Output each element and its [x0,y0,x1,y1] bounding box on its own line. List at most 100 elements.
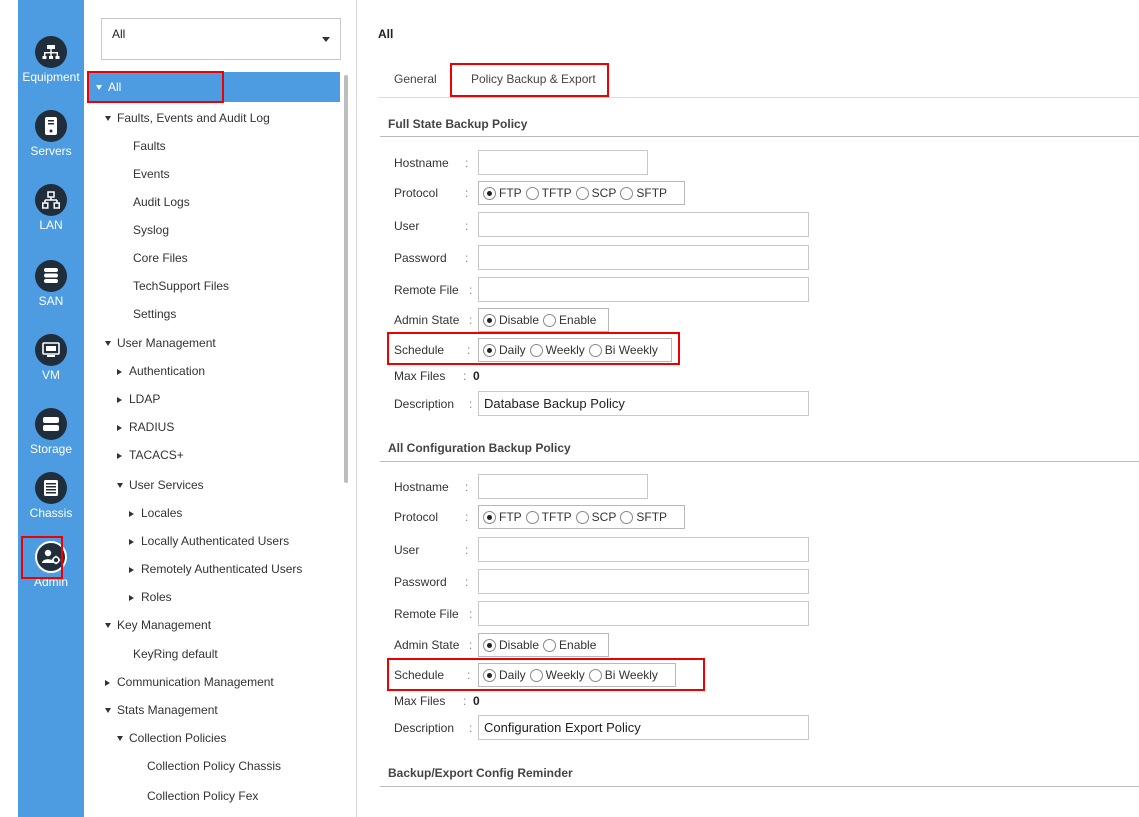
all-config-max-files-value: 0 [473,694,480,708]
tree-item-label: Stats Management [117,703,218,717]
collapse-arrow-icon [129,566,134,573]
tree-item-user-management[interactable]: User Management [105,329,216,357]
section-title-full-state: Full State Backup Policy [388,117,528,131]
rail-item-vm[interactable]: VM [18,334,84,382]
full-state-hostname-input[interactable] [478,150,648,175]
colon: : [469,607,473,621]
tree-item-tacacs[interactable]: TACACS+ [117,441,184,469]
tree-item-audit-logs[interactable]: Audit Logs [133,188,190,216]
all-config-description-input[interactable] [478,715,809,740]
radio-label: Disable [499,313,540,327]
tree-item-label: Audit Logs [133,195,190,209]
protocol-radio-tftp[interactable]: TFTP [525,186,572,200]
max-files-label: Max Files [394,694,446,708]
tab-general[interactable]: General [394,72,437,86]
full-state-user-input[interactable] [478,212,809,237]
protocol-radio-ftp[interactable]: FTP [483,186,522,200]
colon: : [465,156,469,170]
tree-item-label: Roles [141,590,172,604]
schedule-highlight-box [387,658,705,691]
tree-item-locales[interactable]: Locales [129,499,182,527]
tree-item-communication-management[interactable]: Communication Management [105,668,274,696]
expand-arrow-icon [117,736,123,742]
full-state-description-input[interactable] [478,391,809,416]
tree-item-label: Faults, Events and Audit Log [117,111,270,125]
rail-label: Storage [29,442,73,456]
tree-item-user-services[interactable]: User Services [117,471,204,499]
nav-scrollbar[interactable] [344,75,348,483]
section-title-all-config: All Configuration Backup Policy [388,441,571,455]
full-state-password-input[interactable] [478,245,809,270]
tree-item-key-management[interactable]: Key Management [105,611,211,639]
tree-item-remotely-authenticated-users[interactable]: Remotely Authenticated Users [129,555,302,583]
all-config-protocol-group: FTP TFTP SCP SFTP [478,505,685,529]
tree-item-label: Key Management [117,618,212,632]
rail-item-equipment[interactable]: Equipment [18,36,84,84]
tree-item-locally-authenticated-users[interactable]: Locally Authenticated Users [129,527,289,555]
radio-unchecked-icon [620,186,634,200]
tree-item-events[interactable]: Events [133,160,170,188]
protocol-radio-scp[interactable]: SCP [575,510,616,524]
admin-state-radio-enable[interactable]: Enable [543,313,596,327]
radio-unchecked-icon [620,510,634,524]
all-config-hostname-input[interactable] [478,474,648,499]
radio-label: FTP [499,186,522,200]
main-content: All General Policy Backup & Export Full … [358,0,1139,817]
rail-label: Servers [30,144,72,158]
protocol-radio-sftp[interactable]: SFTP [620,510,667,524]
all-config-user-input[interactable] [478,537,809,562]
tree-item-label: RADIUS [129,420,175,434]
radio-label: TFTP [541,510,572,524]
protocol-radio-sftp[interactable]: SFTP [620,186,667,200]
all-highlight-box [87,71,224,103]
tree-item-techsupport-files[interactable]: TechSupport Files [133,272,229,300]
rail-label: Chassis [29,506,73,520]
tree-item-faults[interactable]: Faults [133,132,166,160]
filter-dropdown[interactable]: All [101,18,341,60]
rail-item-san[interactable]: SAN [18,260,84,308]
collapse-arrow-icon [129,538,134,545]
full-state-protocol-group: FTP TFTP SCP SFTP [478,181,685,205]
tree-item-faults-events-audit-log[interactable]: Faults, Events and Audit Log [105,104,270,132]
tree-item-ldap[interactable]: LDAP [117,385,160,413]
remote-file-label: Remote File [394,607,459,621]
collapse-arrow-icon [129,510,134,517]
rail-item-chassis[interactable]: Chassis [18,472,84,520]
all-config-remote-file-input[interactable] [478,601,809,626]
tree-item-collection-policies[interactable]: Collection Policies [117,724,226,752]
expand-arrow-icon [117,483,123,489]
rail-item-servers[interactable]: Servers [18,110,84,158]
user-label: User [394,543,420,557]
section-divider [380,786,1139,787]
rail-item-storage[interactable]: Storage [18,408,84,456]
collapse-arrow-icon [117,452,122,459]
tree-item-roles[interactable]: Roles [129,583,172,611]
tree-item-keyring-default[interactable]: KeyRing default [133,640,218,668]
expand-arrow-icon [105,623,111,629]
tree-item-radius[interactable]: RADIUS [117,413,174,441]
protocol-radio-tftp[interactable]: TFTP [525,510,572,524]
tree-item-label: TechSupport Files [133,279,230,293]
protocol-radio-scp[interactable]: SCP [575,186,616,200]
tree-item-settings[interactable]: Settings [133,300,176,328]
admin-state-radio-disable[interactable]: Disable [483,313,539,327]
chassis-icon [35,472,67,504]
tree-item-core-files[interactable]: Core Files [133,244,188,272]
admin-state-radio-disable[interactable]: Disable [483,638,539,652]
admin-state-radio-enable[interactable]: Enable [543,638,596,652]
radio-label: Disable [499,638,540,652]
tree-item-collection-policy-chassis[interactable]: Collection Policy Chassis [147,752,281,780]
tree-item-syslog[interactable]: Syslog [133,216,169,244]
tree-item-authentication[interactable]: Authentication [117,357,205,385]
section-divider [380,136,1139,137]
all-config-password-input[interactable] [478,569,809,594]
expand-arrow-icon [105,116,111,122]
tree-item-collection-policy-fex[interactable]: Collection Policy Fex [147,782,258,810]
radio-unchecked-icon [525,186,539,200]
colon: : [469,313,473,327]
rail-item-lan[interactable]: LAN [18,184,84,232]
section-divider [380,461,1139,462]
tree-item-stats-management[interactable]: Stats Management [105,696,218,724]
full-state-remote-file-input[interactable] [478,277,809,302]
protocol-radio-ftp[interactable]: FTP [483,510,522,524]
